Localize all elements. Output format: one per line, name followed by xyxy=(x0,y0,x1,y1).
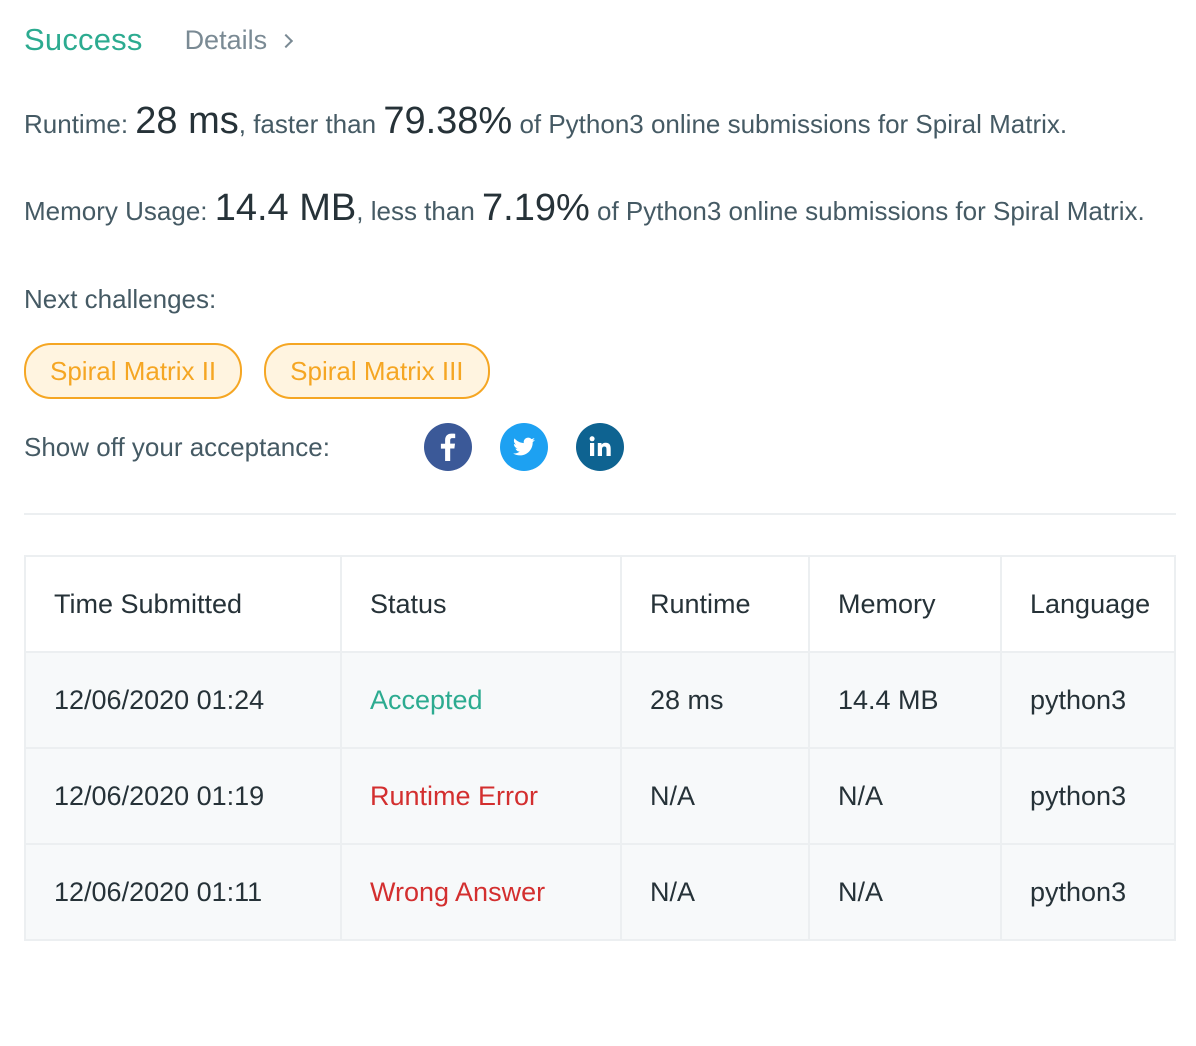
memory-label: Memory Usage: xyxy=(24,196,208,226)
challenge-chip-spiral-matrix-ii[interactable]: Spiral Matrix II xyxy=(24,343,243,399)
col-header-time-submitted: Time Submitted xyxy=(24,555,342,653)
cell-runtime: 28 ms xyxy=(620,651,810,749)
linkedin-icon[interactable] xyxy=(576,423,624,471)
facebook-icon[interactable] xyxy=(424,423,472,471)
result-header: Success Details xyxy=(24,18,1176,62)
memory-percent: 7.19% xyxy=(482,187,590,229)
details-label: Details xyxy=(184,24,268,55)
submissions-table: Time Submitted Status Runtime Memory Lan… xyxy=(24,555,1176,941)
cell-status-link[interactable]: Runtime Error xyxy=(340,747,622,845)
share-label: Show off your acceptance: xyxy=(24,431,330,462)
cell-memory: N/A xyxy=(808,843,1002,941)
table-row: 12/06/2020 01:19 Runtime Error N/A N/A p… xyxy=(24,747,1176,845)
table-row: 12/06/2020 01:24 Accepted 28 ms 14.4 MB … xyxy=(24,651,1176,749)
table-header-row: Time Submitted Status Runtime Memory Lan… xyxy=(24,555,1176,653)
memory-value: 14.4 MB xyxy=(214,187,357,229)
runtime-middle: , faster than xyxy=(238,109,377,139)
cell-time: 12/06/2020 01:24 xyxy=(24,651,342,749)
runtime-label: Runtime: xyxy=(24,109,129,139)
cell-language: python3 xyxy=(1000,843,1176,941)
cell-language: python3 xyxy=(1000,651,1176,749)
challenge-chip-spiral-matrix-iii[interactable]: Spiral Matrix III xyxy=(264,343,490,399)
runtime-percent: 79.38% xyxy=(383,100,513,142)
memory-stat: Memory Usage: 14.4 MB, less than 7.19% o… xyxy=(24,187,1176,232)
result-panel: Success Details Runtime: 28 ms, faster t… xyxy=(24,18,1176,941)
cell-time: 12/06/2020 01:11 xyxy=(24,843,342,941)
chevron-right-icon xyxy=(279,33,294,49)
col-header-status: Status xyxy=(340,555,622,653)
cell-memory: 14.4 MB xyxy=(808,651,1002,749)
col-header-runtime: Runtime xyxy=(620,555,810,653)
share-row: Show off your acceptance: xyxy=(24,423,1176,471)
memory-suffix: of Python3 online submissions for Spiral… xyxy=(597,196,1145,226)
cell-language: python3 xyxy=(1000,747,1176,845)
cell-runtime: N/A xyxy=(620,747,810,845)
details-link[interactable]: Details xyxy=(184,24,294,56)
cell-memory: N/A xyxy=(808,747,1002,845)
cell-status-link[interactable]: Accepted xyxy=(340,651,622,749)
memory-middle: , less than xyxy=(356,196,475,226)
result-status: Success xyxy=(24,22,143,57)
col-header-memory: Memory xyxy=(808,555,1002,653)
section-divider xyxy=(24,513,1176,515)
cell-status-link[interactable]: Wrong Answer xyxy=(340,843,622,941)
table-row: 12/06/2020 01:11 Wrong Answer N/A N/A py… xyxy=(24,843,1176,941)
col-header-language: Language xyxy=(1000,555,1176,653)
cell-runtime: N/A xyxy=(620,843,810,941)
runtime-value: 28 ms xyxy=(135,100,239,142)
next-challenges-list: Spiral Matrix II Spiral Matrix III xyxy=(24,343,1176,399)
runtime-stat: Runtime: 28 ms, faster than 79.38% of Py… xyxy=(24,100,1176,145)
next-challenges-label: Next challenges: xyxy=(24,284,217,314)
twitter-icon[interactable] xyxy=(500,423,548,471)
cell-time: 12/06/2020 01:19 xyxy=(24,747,342,845)
runtime-suffix: of Python3 online submissions for Spiral… xyxy=(519,109,1068,139)
